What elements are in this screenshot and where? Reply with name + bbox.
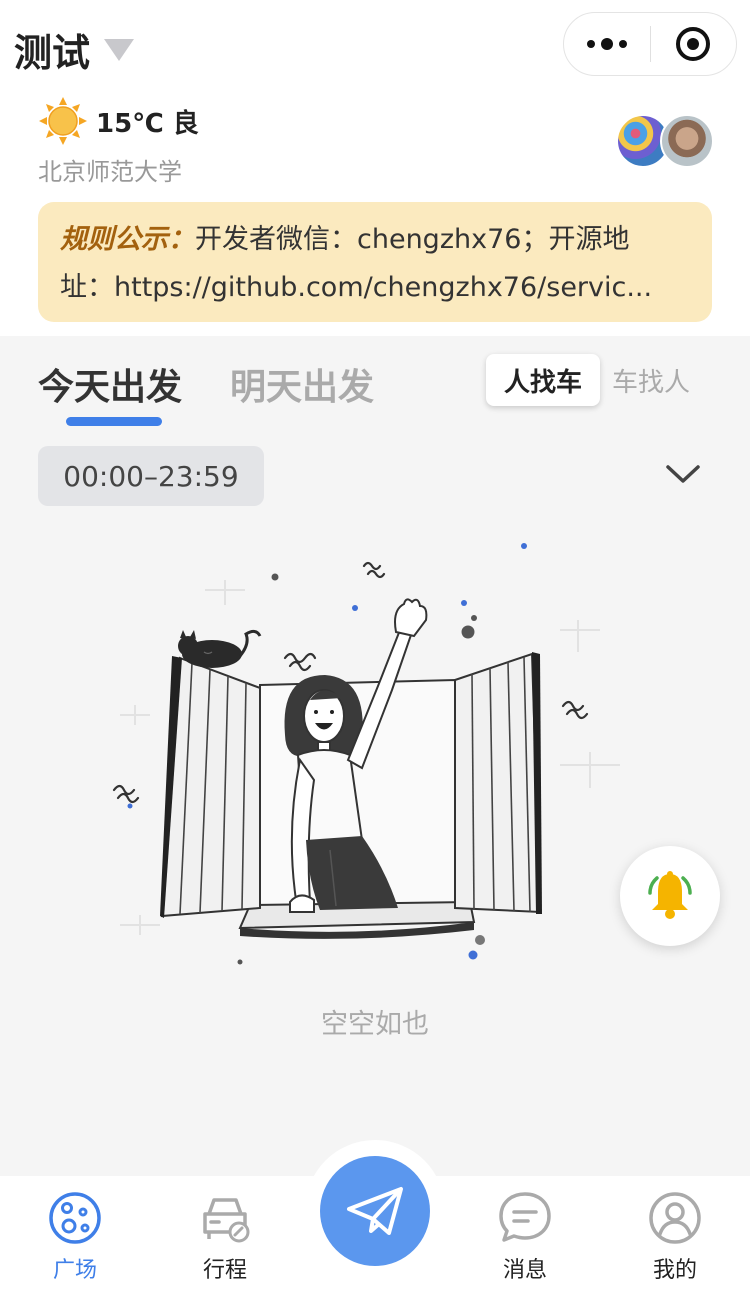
tab-trips[interactable]: 行程 (175, 1190, 275, 1290)
tab-trips-label: 行程 (202, 1258, 247, 1283)
tab-mine[interactable]: 我的 (625, 1190, 725, 1290)
more-dots-icon (586, 40, 595, 48)
target-circle-icon (676, 27, 711, 61)
mode-car-seeks-passenger[interactable]: 车找人 (612, 362, 690, 399)
empty-illustration (112, 543, 620, 965)
tab-plaza[interactable]: 广场 (25, 1190, 125, 1290)
caret-down-icon[interactable] (104, 38, 135, 61)
publish-button[interactable] (320, 1156, 430, 1266)
tab-today[interactable]: 今天出发 (38, 358, 182, 410)
notification-bell-button[interactable] (620, 846, 720, 946)
sun-icon (39, 97, 87, 145)
weather-info: 15℃ 良 (38, 96, 199, 146)
more-menu-button[interactable] (564, 12, 650, 76)
user-icon (649, 1192, 701, 1244)
notice-text-line2: 址：https://github.com/chengzhx76/servic..… (60, 272, 653, 303)
location-text: 北京师范大学 (38, 158, 182, 186)
avatar[interactable] (660, 114, 714, 168)
top-section: 测试 15℃ 良 北京师范大学 规则公示：开发者微信：chengzhx76；开源… (0, 0, 750, 336)
active-tab-indicator (66, 417, 162, 426)
tab-plaza-label: 广场 (52, 1258, 97, 1283)
chat-bubble-icon (499, 1192, 551, 1242)
temperature-text: 15℃ 良 (96, 108, 199, 139)
empty-state-text: 空空如也 (321, 1009, 429, 1040)
close-mini-program-button[interactable] (651, 12, 737, 76)
title-selector[interactable]: 测试 (14, 22, 135, 77)
online-users[interactable] (616, 114, 716, 170)
tab-tomorrow[interactable]: 明天出发 (230, 358, 374, 410)
car-icon (203, 1198, 250, 1243)
mini-program-capsule (563, 12, 737, 76)
page-title: 测试 (14, 31, 91, 75)
mode-passenger-seeks-car[interactable]: 人找车 (486, 354, 600, 406)
time-range-filter[interactable]: 00:00–23:59 (38, 446, 264, 506)
notice-text-line1: 开发者微信：chengzhx76；开源地 (195, 224, 630, 255)
planet-icon (49, 1192, 101, 1244)
tab-mine-label: 我的 (652, 1258, 697, 1283)
bell-icon (648, 871, 692, 919)
tab-messages[interactable]: 消息 (475, 1190, 575, 1290)
paper-plane-icon (347, 1187, 403, 1235)
mode-switch: 人找车 车找人 (486, 354, 690, 406)
notice-label: 规则公示： (60, 224, 195, 255)
rules-notice[interactable]: 规则公示：开发者微信：chengzhx76；开源地 址：https://gith… (38, 202, 712, 322)
chevron-down-icon[interactable] (664, 462, 702, 486)
tab-messages-label: 消息 (502, 1258, 547, 1283)
